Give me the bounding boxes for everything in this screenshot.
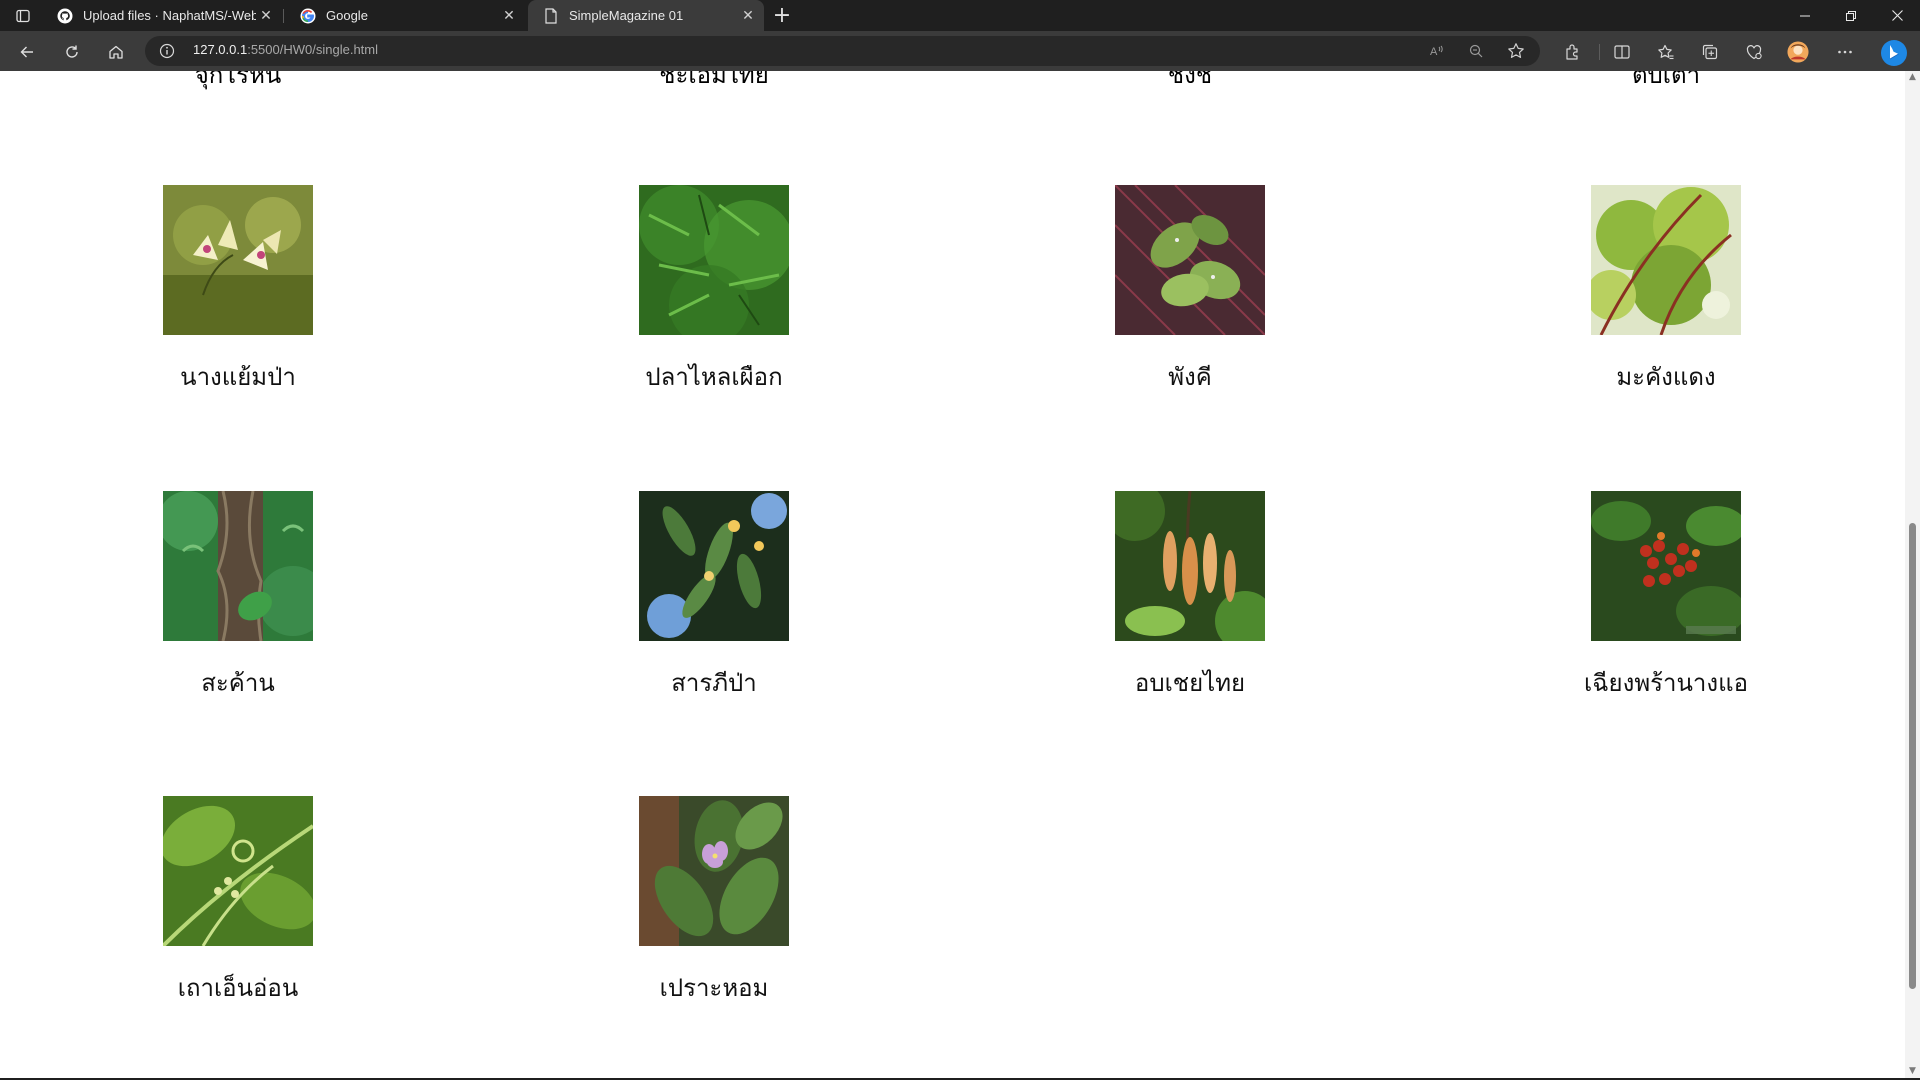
plant-name: สะค้าน — [201, 669, 275, 697]
plant-card: นางแย้มป่า — [88, 185, 388, 396]
more-options-icon[interactable] — [1834, 41, 1856, 63]
copilot-bing-icon[interactable] — [1880, 39, 1908, 67]
close-tab-icon[interactable]: ✕ — [499, 6, 519, 26]
url-path: :5500/HW0/single.html — [247, 42, 378, 57]
plant-name: เฉียงพร้านางแอ — [1583, 669, 1748, 697]
read-aloud-icon[interactable]: A — [1428, 42, 1446, 60]
url-host: 127.0.0.1 — [193, 42, 248, 57]
url-text: 127.0.0.1:5500/HW0/single.html — [193, 42, 378, 57]
plant-name: เปราะหอม — [659, 974, 769, 1002]
tab-title: Upload files · NaphatMS/-Webd — [83, 8, 256, 23]
plant-name-cut: จุกโรหินี — [194, 71, 282, 89]
svg-text:A: A — [1430, 46, 1438, 58]
tab-divider — [283, 9, 284, 23]
tab-simplemagazine[interactable]: SimpleMagazine 01 ✕ — [528, 0, 764, 31]
back-icon[interactable] — [13, 38, 41, 66]
plant-name: ปลาไหลเผือก — [645, 363, 783, 391]
scroll-up-icon[interactable]: ▲ — [1908, 73, 1917, 82]
plant-name: สารภีป่า — [671, 669, 757, 697]
plant-card: มะคังแดง — [1516, 185, 1816, 396]
minimize-icon[interactable] — [1782, 0, 1828, 31]
tab-upload-files[interactable]: Upload files · NaphatMS/-Webd ✕ — [42, 0, 282, 31]
scroll-down-icon[interactable]: ▼ — [1908, 1067, 1917, 1076]
page-viewport: จุกโรหินี ชะเอมไทย ชิงชี่ ตับเต่า นางแย้… — [0, 71, 1905, 1078]
plant-photo — [163, 796, 313, 946]
tab-bar: Upload files · NaphatMS/-Webd ✕ Google ✕… — [0, 0, 1920, 31]
new-tab-button[interactable]: + — [770, 4, 794, 28]
home-icon[interactable] — [102, 38, 130, 66]
plant-name: พังคี — [1168, 363, 1212, 391]
tab-google[interactable]: Google ✕ — [285, 0, 525, 31]
close-tab-icon[interactable]: ✕ — [256, 6, 276, 26]
restore-icon[interactable] — [1828, 0, 1874, 31]
plant-photo — [639, 491, 789, 641]
browser-essentials-icon[interactable] — [1743, 41, 1765, 63]
collections-icon[interactable] — [1699, 41, 1721, 63]
plant-card: สะค้าน — [88, 491, 388, 702]
plant-name: นางแย้มป่า — [180, 363, 296, 391]
refresh-icon[interactable] — [58, 38, 86, 66]
tab-actions-icon[interactable] — [14, 7, 32, 25]
google-icon — [300, 8, 316, 24]
profile-avatar-icon[interactable] — [1787, 41, 1809, 63]
plant-photo — [163, 185, 313, 335]
plant-name: มะคังแดง — [1616, 363, 1716, 391]
plant-photo — [1115, 491, 1265, 641]
favorites-icon[interactable] — [1655, 41, 1677, 63]
address-bar[interactable]: 127.0.0.1:5500/HW0/single.html A — [145, 36, 1540, 66]
plant-card: ปลาไหลเผือก — [564, 185, 864, 396]
close-tab-icon[interactable]: ✕ — [738, 6, 758, 26]
tab-title: Google — [326, 8, 368, 23]
zoom-icon[interactable] — [1467, 42, 1485, 60]
page-icon — [543, 7, 559, 24]
close-window-icon[interactable] — [1874, 0, 1920, 31]
scrollbar-thumb[interactable] — [1909, 523, 1916, 989]
plant-card: อบเชยไทย — [1040, 491, 1340, 702]
plant-name-cut: ชะเอมไทย — [659, 71, 769, 89]
plant-photo — [1115, 185, 1265, 335]
plant-name-cut: ชิงชี่ — [1167, 71, 1213, 89]
plant-photo — [1591, 185, 1741, 335]
plant-card: เฉียงพร้านางแอ — [1516, 491, 1816, 702]
favorite-star-icon[interactable] — [1507, 42, 1525, 60]
plant-name: เถาเอ็นอ่อน — [177, 974, 299, 1002]
tab-title: SimpleMagazine 01 — [569, 8, 684, 23]
vertical-scrollbar[interactable]: ▲ ▼ — [1905, 71, 1920, 1080]
plant-photo — [163, 491, 313, 641]
toolbar-divider — [1599, 44, 1600, 60]
plant-photo — [639, 185, 789, 335]
plant-card: สารภีป่า — [564, 491, 864, 702]
plant-name-cut: ตับเต่า — [1631, 71, 1701, 89]
plant-card: เถาเอ็นอ่อน — [88, 796, 388, 1007]
plant-card: เปราะหอม — [564, 796, 864, 1007]
plant-name: อบเชยไทย — [1134, 669, 1246, 697]
plant-card: พังคี — [1040, 185, 1340, 396]
site-info-icon[interactable] — [159, 43, 175, 59]
extensions-icon[interactable] — [1562, 41, 1584, 63]
github-icon — [57, 8, 73, 24]
split-screen-icon[interactable] — [1611, 41, 1633, 63]
browser-toolbar: 127.0.0.1:5500/HW0/single.html A — [0, 31, 1920, 71]
plant-photo — [639, 796, 789, 946]
plant-photo — [1591, 491, 1741, 641]
